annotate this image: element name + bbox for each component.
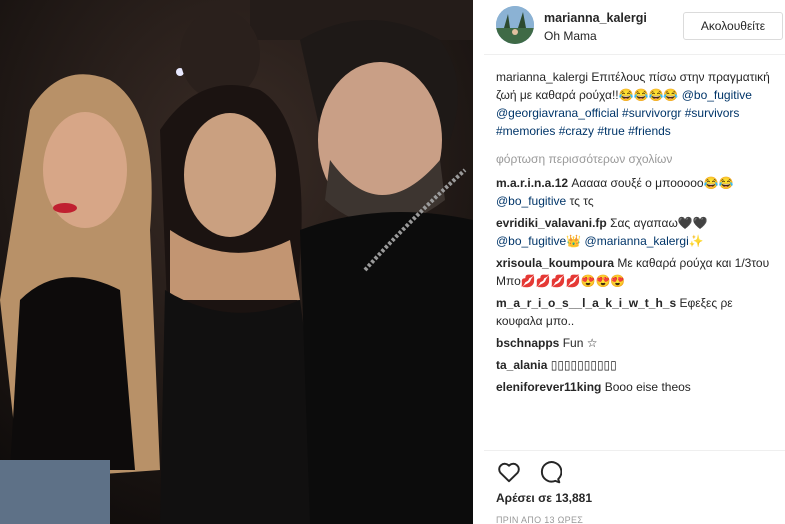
hashtag-link[interactable]: #survivorgr [622, 106, 681, 120]
comment-item: eleniforever11king Booo eise theos [496, 378, 780, 396]
comment-username[interactable]: ta_alania [496, 358, 547, 372]
avatar-image [496, 6, 534, 44]
speech-bubble-icon[interactable] [536, 459, 563, 485]
comment-username[interactable]: xrisoula_koumpoura [496, 256, 614, 270]
comment-text: Ααααα σουξέ ο μποοοοο😂😂 [571, 176, 734, 190]
comment-emoji: 👑 [566, 234, 582, 248]
post-timestamp[interactable]: ΠΡΙΝ ΑΠΟ 13 ΩΡΕΣ [496, 515, 583, 524]
mention-link[interactable]: @bo_fugitive [496, 194, 566, 208]
comments-list: marianna_kalergi Επιτέλους πίσω στην πρα… [496, 68, 780, 400]
comment-username[interactable]: bschnapps [496, 336, 559, 350]
comment-item: m_a_r_i_o_s__l_a_k_i_w_t_h_s Εφεξες ρε κ… [496, 294, 780, 330]
hashtag-link[interactable]: #friends [628, 124, 671, 138]
hashtag-link[interactable]: #true [597, 124, 624, 138]
mention-link[interactable]: @bo_fugitive [496, 234, 566, 248]
post-header: marianna_kalergi Oh Mama Ακολουθείτε [484, 0, 785, 55]
comment-username[interactable]: eleniforever11king [496, 380, 601, 394]
post-photo-image [0, 0, 473, 524]
location-label[interactable]: Oh Mama [544, 29, 597, 43]
hashtag-link[interactable]: #survivors [685, 106, 740, 120]
comment-item: xrisoula_koumpoura Με καθαρά ρούχα και 1… [496, 254, 780, 290]
likes-count[interactable]: Αρέσει σε 13,881 [496, 491, 592, 505]
comment-username[interactable]: m.a.r.i.n.a.12 [496, 176, 568, 190]
comment-text: Fun ☆ [562, 336, 598, 350]
avatar[interactable] [496, 6, 534, 44]
comment-text-tail: ✨ [688, 234, 704, 248]
mention-link[interactable]: @georgiavrana_official [496, 106, 619, 120]
comment-text: ▯▯▯▯▯▯▯▯▯▯ [550, 358, 617, 372]
caption: marianna_kalergi Επιτέλους πίσω στην πρα… [496, 68, 780, 140]
comment-item: evridiki_valavani.fp Σας αγαπαω🖤🖤 @bo_fu… [496, 214, 780, 250]
comment-text: Booo eise theos [604, 380, 691, 394]
mention-link[interactable]: @marianna_kalergi [585, 234, 689, 248]
post-actions: Αρέσει σε 13,881 ΠΡΙΝ ΑΠΟ 13 ΩΡΕΣ [484, 450, 785, 524]
comment-text: Σας αγαπαω🖤🖤 [610, 216, 708, 230]
comment-username[interactable]: m_a_r_i_o_s__l_a_k_i_w_t_h_s [496, 296, 676, 310]
comment-item: ta_alania ▯▯▯▯▯▯▯▯▯▯ [496, 356, 780, 374]
header-username[interactable]: marianna_kalergi [544, 11, 647, 25]
mention-link[interactable]: @bo_fugitive [682, 88, 752, 102]
comment-username[interactable]: evridiki_valavani.fp [496, 216, 607, 230]
heart-outline-icon[interactable] [496, 459, 522, 485]
comment-text-tail: τς τς [566, 194, 594, 208]
hashtag-link[interactable]: #crazy [559, 124, 594, 138]
comment-item: m.a.r.i.n.a.12 Ααααα σουξέ ο μποοοοο😂😂 @… [496, 174, 780, 210]
following-button[interactable]: Ακολουθείτε [683, 12, 783, 40]
post-photo[interactable] [0, 0, 473, 524]
load-more-comments-link[interactable]: φόρτωση περισσότερων σχολίων [496, 150, 780, 168]
post-sidebar: marianna_kalergi Oh Mama Ακολουθείτε mar… [484, 0, 785, 524]
hashtag-link[interactable]: #memories [496, 124, 555, 138]
comment-item: bschnapps Fun ☆ [496, 334, 780, 352]
caption-username[interactable]: marianna_kalergi [496, 70, 588, 84]
